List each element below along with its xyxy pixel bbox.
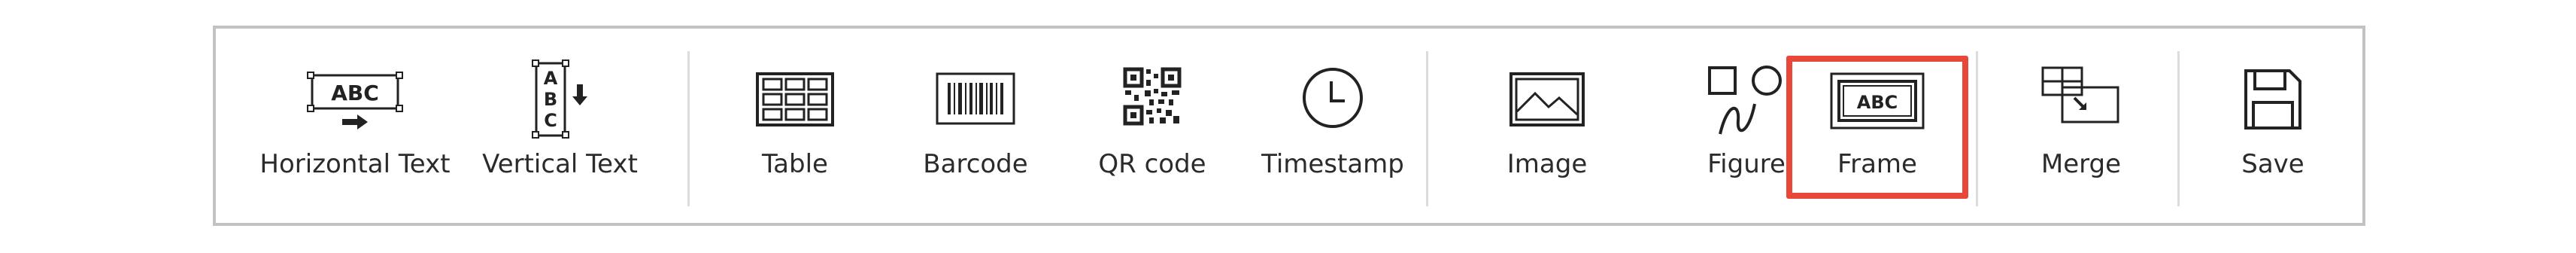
separator bbox=[1426, 51, 1428, 206]
save-button[interactable]: Save bbox=[2194, 29, 2352, 223]
timestamp-button[interactable]: Timestamp bbox=[1239, 29, 1427, 223]
frame-icon: ABC bbox=[1830, 72, 1925, 130]
vertical-text-label: Vertical Text bbox=[482, 149, 638, 179]
image-label: Image bbox=[1506, 149, 1588, 179]
separator bbox=[687, 51, 690, 206]
frame-button[interactable]: ABC Frame bbox=[1786, 29, 1968, 223]
table-label: Table bbox=[762, 149, 828, 179]
table-button[interactable]: Table bbox=[712, 29, 878, 223]
qr-code-label: QR code bbox=[1098, 149, 1206, 179]
floppy-disk-icon bbox=[2243, 68, 2303, 131]
figure-shapes-icon bbox=[1705, 65, 1788, 140]
save-label: Save bbox=[2241, 149, 2304, 179]
barcode-icon bbox=[936, 72, 1015, 125]
vertical-letter-b: B bbox=[543, 89, 557, 110]
horizontal-text-icon-text: ABC bbox=[331, 81, 379, 105]
vertical-text-button[interactable]: A B C Vertical Text bbox=[472, 29, 648, 223]
horizontal-text-button[interactable]: ABC Horizontal Text bbox=[246, 29, 464, 223]
merge-button[interactable]: Merge bbox=[1991, 29, 2171, 223]
separator bbox=[2177, 51, 2180, 206]
image-icon bbox=[1509, 72, 1585, 126]
frame-label: Frame bbox=[1837, 149, 1917, 179]
barcode-label: Barcode bbox=[923, 149, 1028, 179]
vertical-letter-a: A bbox=[543, 68, 557, 89]
merge-cells-icon bbox=[2040, 65, 2122, 126]
separator bbox=[1976, 51, 1978, 206]
image-button[interactable]: Image bbox=[1453, 29, 1641, 223]
horizontal-text-label: Horizontal Text bbox=[259, 149, 451, 179]
toolbar: ABC Horizontal Text A B C Vertical Text bbox=[213, 26, 2365, 226]
clock-icon bbox=[1301, 66, 1364, 130]
qr-code-button[interactable]: QR code bbox=[1066, 29, 1239, 223]
timestamp-label: Timestamp bbox=[1261, 149, 1404, 179]
vertical-text-icon: A B C bbox=[523, 59, 598, 142]
horizontal-text-icon: ABC bbox=[306, 71, 404, 131]
table-icon bbox=[756, 72, 834, 126]
vertical-letter-c: C bbox=[544, 110, 557, 131]
frame-icon-text: ABC bbox=[1857, 92, 1898, 113]
merge-label: Merge bbox=[2040, 149, 2122, 179]
qr-code-icon bbox=[1122, 66, 1182, 126]
barcode-button[interactable]: Barcode bbox=[885, 29, 1066, 223]
